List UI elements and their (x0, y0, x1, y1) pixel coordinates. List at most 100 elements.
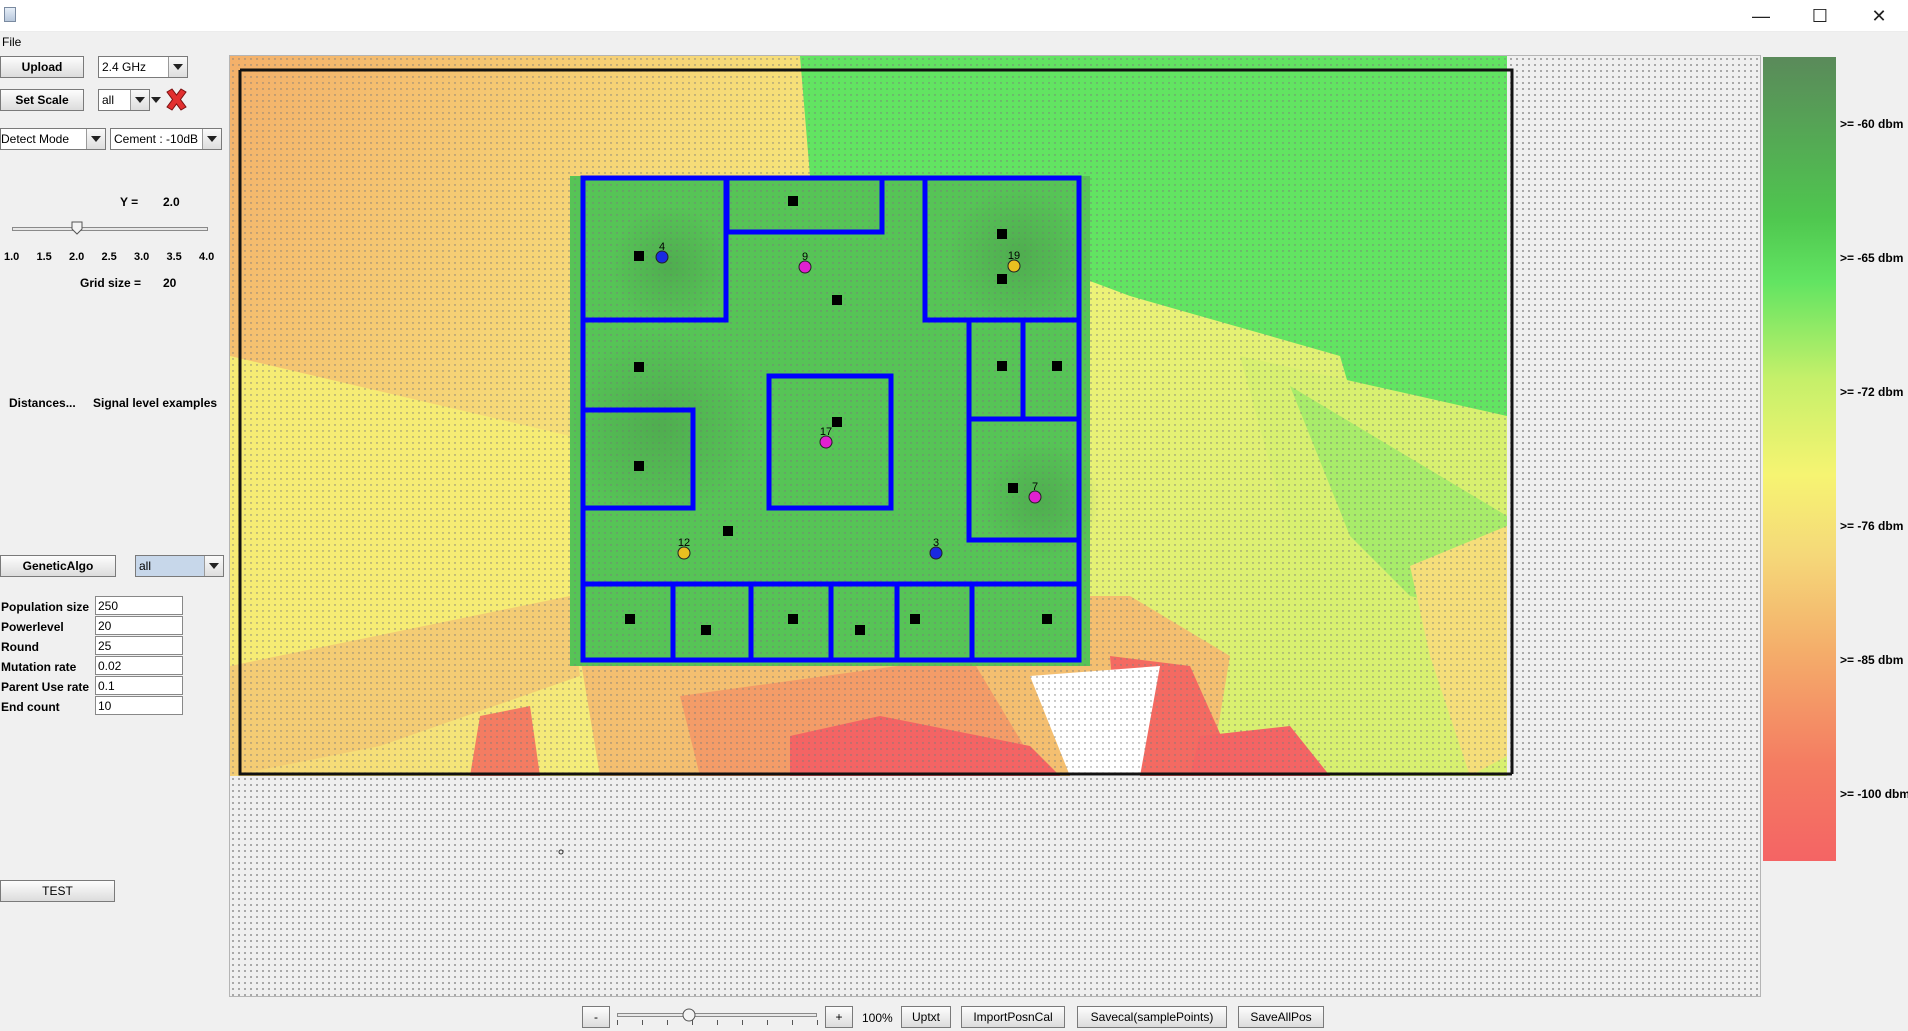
y-slider-tick-label: 2.5 (101, 251, 117, 263)
y-slider-tick-label: 2.0 (69, 251, 85, 263)
slider-tick (817, 1020, 818, 1025)
grid-size-value: 20 (163, 276, 177, 290)
round-field[interactable]: 25 (95, 636, 183, 655)
param-label: Mutation rate (1, 660, 77, 674)
sample-point[interactable] (634, 461, 644, 471)
access-point-label: 12 (678, 537, 690, 549)
minimize-button[interactable]: — (1732, 0, 1790, 32)
chevron-down-icon[interactable] (130, 90, 149, 110)
save-all-pos-button[interactable]: SaveAllPos (1238, 1006, 1324, 1028)
y-slider-tick-label: 4.0 (199, 251, 215, 263)
sample-point[interactable] (788, 196, 798, 206)
floorplan-canvas[interactable]: 4 9 19 17 7 12 3 (229, 55, 1761, 997)
sample-point[interactable] (855, 625, 865, 635)
access-point-label: 17 (820, 426, 832, 438)
title-bar: — ☐ ✕ (0, 0, 1908, 32)
y-slider[interactable] (12, 220, 208, 238)
slider-tick (642, 1020, 643, 1025)
sample-point[interactable] (723, 526, 733, 536)
app-window: — ☐ ✕ File Upload 2.4 GHz Set Scale all … (0, 0, 1908, 1031)
sample-point[interactable] (832, 417, 842, 427)
sample-point[interactable] (832, 295, 842, 305)
legend-label: >= -60 dbm (1840, 117, 1904, 131)
sample-point[interactable] (788, 614, 798, 624)
powerlevel-field[interactable]: 20 (95, 616, 183, 635)
cursor-marker (558, 849, 564, 855)
band-select[interactable]: 2.4 GHz (98, 56, 188, 78)
param-label: End count (1, 700, 60, 714)
ap-glow (610, 206, 730, 326)
bottom-toolbar: - + 100% Uptxt ImportPosnCal Savecal(sam… (0, 999, 1908, 1031)
parent-use-rate-field[interactable]: 0.1 (95, 676, 183, 695)
zoom-level: 100% (862, 1011, 893, 1025)
band-select-value: 2.4 GHz (102, 60, 147, 74)
slider-track (617, 1013, 817, 1017)
end-count-field[interactable]: 10 (95, 696, 183, 715)
slider-thumb[interactable] (682, 1008, 696, 1022)
detect-mode-value: Detect Mode (1, 132, 70, 146)
y-slider-tick-label: 1.0 (4, 251, 20, 263)
sample-point[interactable] (634, 362, 644, 372)
param-label: Parent Use rate (1, 680, 90, 694)
material-value: Cement : -10dB (114, 132, 199, 146)
test-button[interactable]: TEST (0, 880, 115, 902)
material-select[interactable]: Cement : -10dB (110, 128, 222, 150)
legend-label: >= -65 dbm (1840, 251, 1904, 265)
close-button[interactable]: ✕ (1850, 0, 1908, 32)
java-app-icon (4, 7, 16, 22)
zoom-in-button[interactable]: + (825, 1006, 853, 1028)
zoom-slider[interactable] (617, 1008, 818, 1028)
chevron-down-icon[interactable] (86, 129, 105, 149)
chevron-down-icon[interactable] (204, 556, 223, 576)
sample-point[interactable] (634, 251, 644, 261)
dropdown-arrow-icon[interactable] (150, 91, 162, 109)
sample-point[interactable] (910, 614, 920, 624)
y-slider-tick-label: 3.0 (134, 251, 150, 263)
slider-tick (767, 1020, 768, 1025)
slider-tick (667, 1020, 668, 1025)
slider-thumb[interactable] (71, 221, 83, 235)
access-point-label: 9 (802, 251, 808, 263)
grid-size-label: Grid size = (80, 276, 142, 290)
savecal-button[interactable]: Savecal(samplePoints) (1077, 1006, 1227, 1028)
maximize-button[interactable]: ☐ (1791, 0, 1849, 32)
access-point-label: 19 (1008, 250, 1020, 262)
scale-filter-select[interactable]: all (98, 89, 150, 111)
sample-point[interactable] (625, 614, 635, 624)
upload-button[interactable]: Upload (0, 56, 84, 78)
delete-red-x-icon[interactable] (164, 87, 189, 112)
zoom-out-button[interactable]: - (582, 1006, 610, 1028)
sample-point[interactable] (1042, 614, 1052, 624)
slider-tick (792, 1020, 793, 1025)
scale-filter-value: all (102, 93, 115, 107)
set-scale-button[interactable]: Set Scale (0, 89, 84, 111)
uptxt-button[interactable]: Uptxt (901, 1006, 951, 1028)
sample-point[interactable] (997, 229, 1007, 239)
access-point-label: 4 (659, 241, 665, 253)
legend-label: >= -72 dbm (1840, 385, 1904, 399)
detect-mode-select[interactable]: Detect Mode (0, 128, 106, 150)
y-slider-tick-label: 3.5 (166, 251, 182, 263)
param-label: Round (1, 640, 39, 654)
import-posn-cal-button[interactable]: ImportPosnCal (961, 1006, 1065, 1028)
chevron-down-icon[interactable] (202, 129, 221, 149)
distances-link[interactable]: Distances... (9, 396, 76, 410)
sample-point[interactable] (997, 274, 1007, 284)
sample-point[interactable] (1052, 361, 1062, 371)
menu-file[interactable]: File (2, 35, 21, 49)
coverage-heatmap[interactable]: 4 9 19 17 7 12 3 (230, 56, 1761, 997)
slider-tick (617, 1020, 618, 1025)
legend-label: >= -76 dbm (1840, 519, 1904, 533)
genetic-algo-button[interactable]: GeneticAlgo (0, 555, 116, 577)
sample-point[interactable] (1008, 483, 1018, 493)
chevron-down-icon[interactable] (168, 57, 187, 77)
mutation-rate-field[interactable]: 0.02 (95, 656, 183, 675)
sample-point[interactable] (701, 625, 711, 635)
population-size-field[interactable]: 250 (95, 596, 183, 615)
genetic-filter-select[interactable]: all (135, 555, 224, 577)
signal-level-examples-link[interactable]: Signal level examples (93, 396, 217, 410)
access-point-label: 7 (1032, 481, 1038, 493)
y-value: 2.0 (163, 195, 180, 209)
grid-dots (230, 56, 1507, 776)
sample-point[interactable] (997, 361, 1007, 371)
